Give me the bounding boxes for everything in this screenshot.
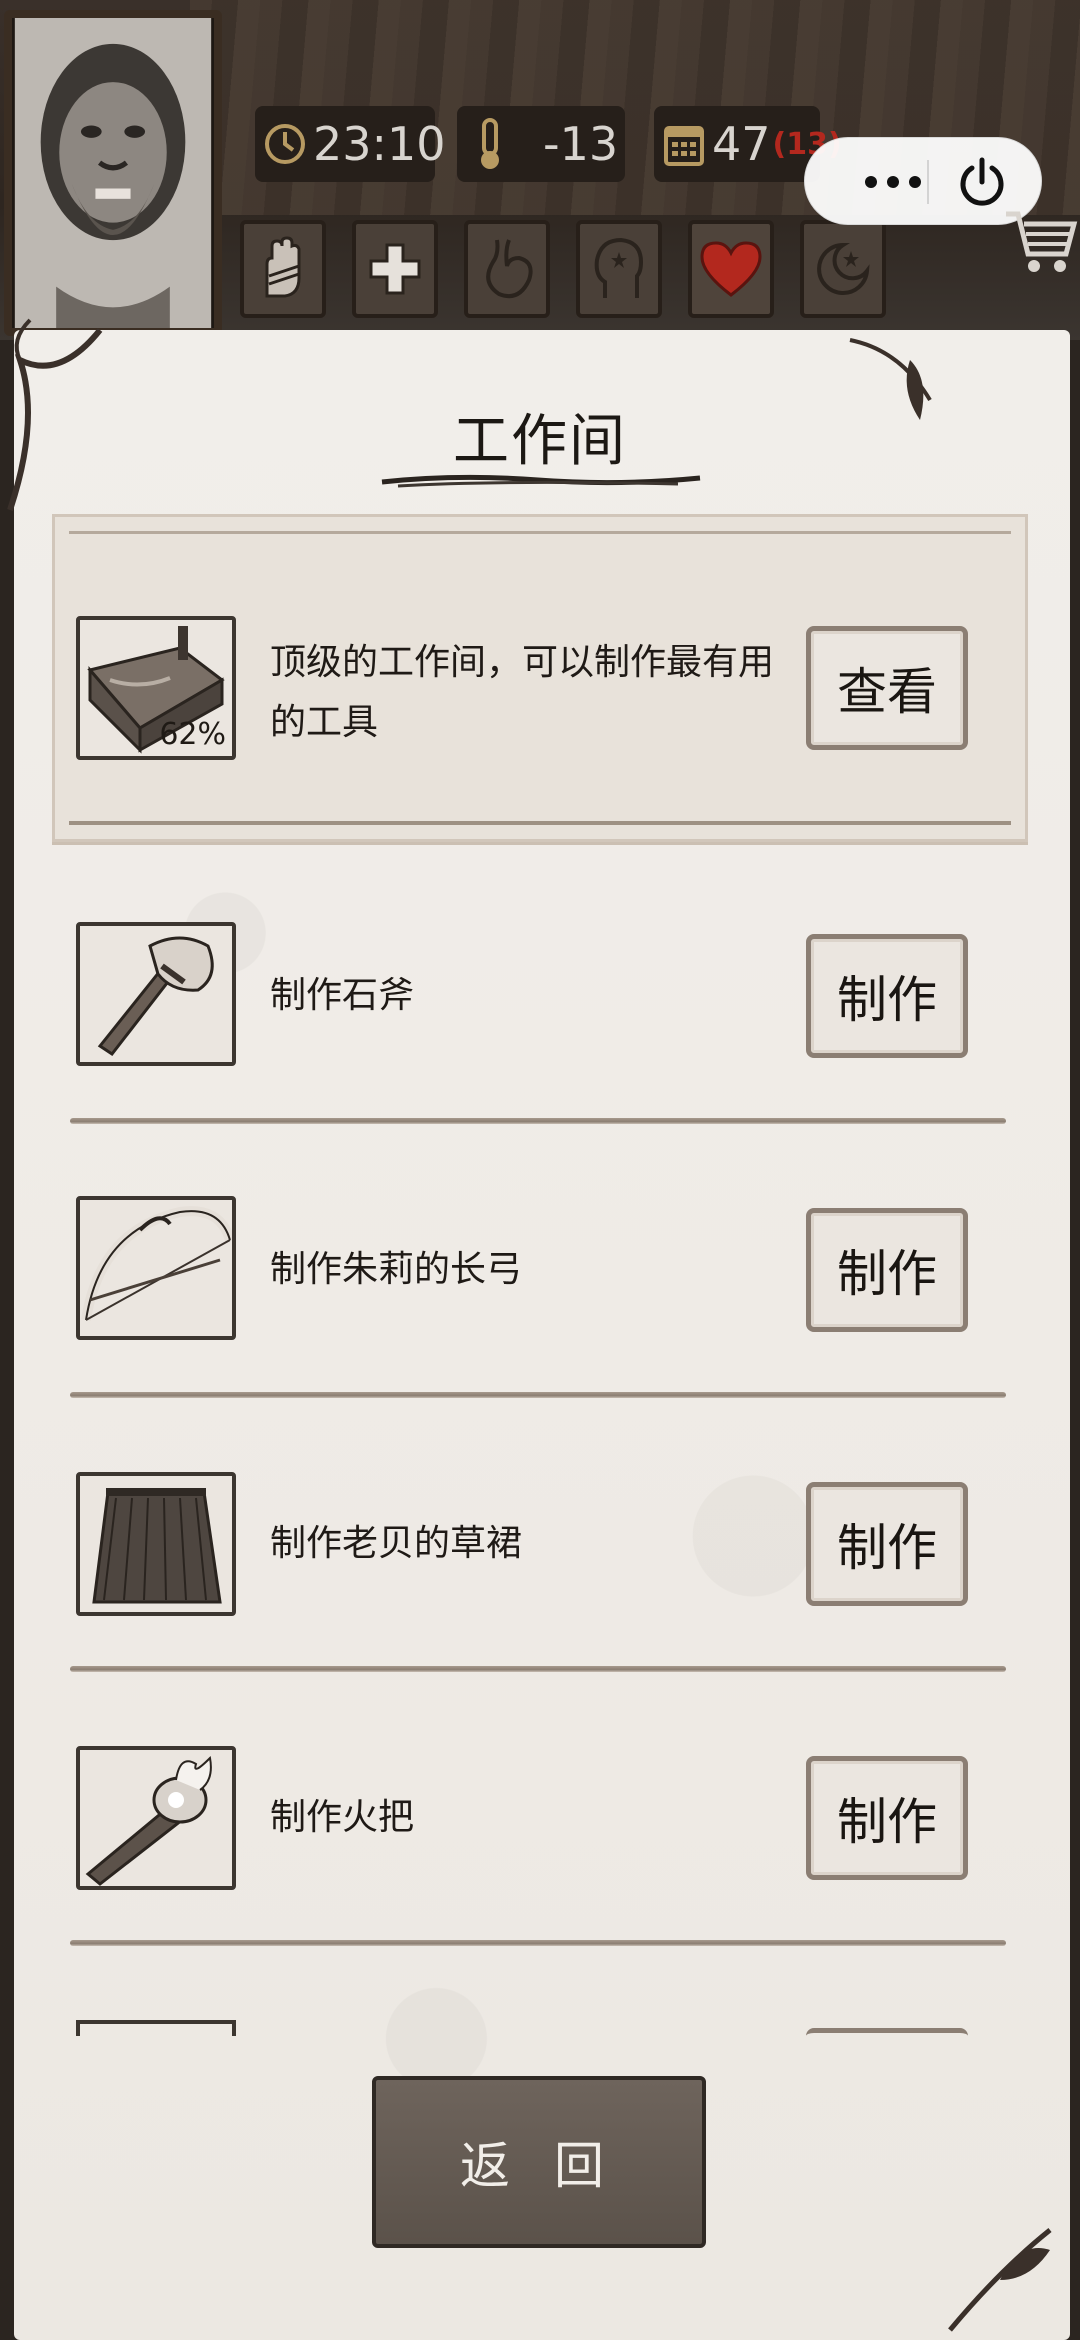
character-face-icon [14,18,212,328]
hand-icon[interactable] [240,220,326,318]
top-bar: 23:10 -13 47 (13) [0,0,1080,340]
make-longbow-button[interactable]: 制作 [806,1208,968,1332]
stone-axe-icon [97,936,214,1057]
head-icon[interactable] [576,220,662,318]
row-divider [70,1118,1006,1124]
stone-axe-thumbnail [76,922,236,1066]
capsule-separator [927,160,929,204]
build-progress: 62% [159,717,226,752]
view-button[interactable]: 查看 [806,626,968,750]
stomach-icon[interactable] [464,220,550,318]
grass-skirt-thumbnail [76,1472,236,1616]
torch-icon [85,1755,212,1886]
time-display: 23:10 [255,106,446,182]
heart-icon[interactable] [688,220,774,318]
time-value: 23:10 [313,117,446,171]
longbow-icon [81,1206,232,1321]
workbench-thumbnail: 62% [76,616,236,760]
power-icon[interactable] [955,155,1009,209]
make-grass-skirt-button[interactable]: 制作 [806,1482,968,1606]
row-divider [70,1666,1006,1672]
more-dots-icon[interactable] [833,160,953,204]
make-stone-axe-button[interactable]: 制作 [806,934,968,1058]
thermometer-icon [465,116,515,172]
day-value: 47 [712,117,771,171]
recipe-label-longbow: 制作朱莉的长弓 [270,1249,523,1290]
health-cross-icon[interactable] [352,220,438,318]
make-torch-button[interactable]: 制作 [806,1756,968,1880]
shop-cart-icon[interactable] [1002,200,1078,280]
recipe-label-torch: 制作火把 [270,1797,415,1838]
page-title: 工作间 [453,409,627,474]
grass-skirt-icon [92,1488,222,1604]
next-item-thumbnail-peek [76,2020,236,2036]
row-divider [70,1940,1006,1946]
temperature-display: -13 [457,106,625,182]
longbow-thumbnail [76,1196,236,1340]
day-counter: 47 (13) [654,106,842,182]
temperature-value: -13 [543,117,619,171]
moon-star-icon[interactable] [800,220,886,318]
calendar-icon [662,116,706,172]
next-item-button-peek [806,2028,968,2038]
row-divider [70,1392,1006,1398]
character-portrait[interactable] [4,10,222,336]
title-underline [381,474,701,488]
clock-icon [263,116,307,172]
vine-bottom-decoration-icon [948,2228,1052,2332]
workshop-description: 顶级的工作间，可以制作最有用的工具 [270,642,775,743]
torch-thumbnail [76,1746,236,1890]
back-button[interactable]: 返 回 [372,2076,706,2248]
recipe-label-stone-axe: 制作石斧 [270,975,415,1016]
recipe-label-grass-skirt: 制作老贝的草裙 [270,1523,523,1564]
